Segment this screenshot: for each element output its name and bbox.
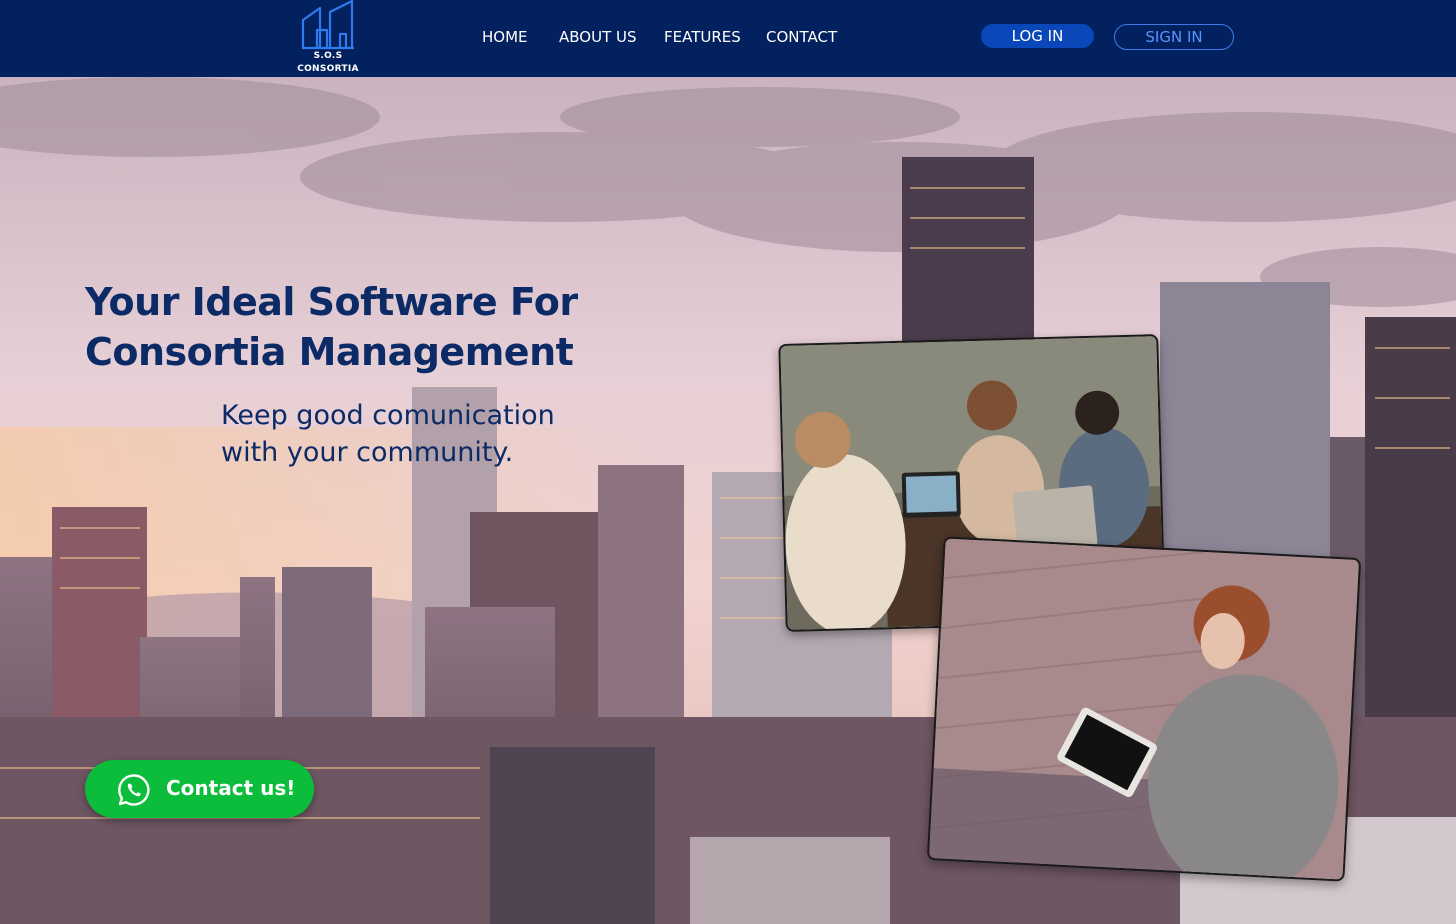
contact-us-label: Contact us! — [166, 776, 296, 800]
hero-sub-line2: with your community. — [221, 437, 514, 468]
logo[interactable]: S.O.S CONSORTIA — [296, 0, 360, 77]
buildings-logo-icon — [301, 0, 354, 50]
nav-home[interactable]: HOME — [482, 28, 528, 46]
nav-features[interactable]: FEATURES — [664, 28, 741, 46]
hero-headline: Your Ideal Software For Consortia Manage… — [85, 277, 578, 377]
nav-contact[interactable]: CONTACT — [766, 28, 837, 46]
hero-headline-line1: Your Ideal Software For — [85, 280, 578, 324]
woman-with-tablet-photo — [926, 536, 1362, 882]
top-navbar: S.O.S CONSORTIA HOME ABOUT US FEATURES C… — [0, 0, 1456, 77]
logo-text-line1: S.O.S — [313, 51, 343, 61]
woman-with-tablet-illustration — [928, 538, 1360, 882]
contact-us-button[interactable]: Contact us! — [85, 760, 314, 818]
hero-sub-line1: Keep good comunication — [221, 400, 555, 431]
nav-about-us[interactable]: ABOUT US — [559, 28, 637, 46]
signin-button[interactable]: SIGN IN — [1114, 24, 1234, 50]
hero-headline-line2: Consortia Management — [85, 330, 574, 374]
whatsapp-icon — [118, 774, 150, 806]
login-button[interactable]: LOG IN — [981, 24, 1094, 48]
hero-subheading: Keep good comunication with your communi… — [221, 397, 555, 471]
logo-text-line2: CONSORTIA — [297, 64, 359, 74]
